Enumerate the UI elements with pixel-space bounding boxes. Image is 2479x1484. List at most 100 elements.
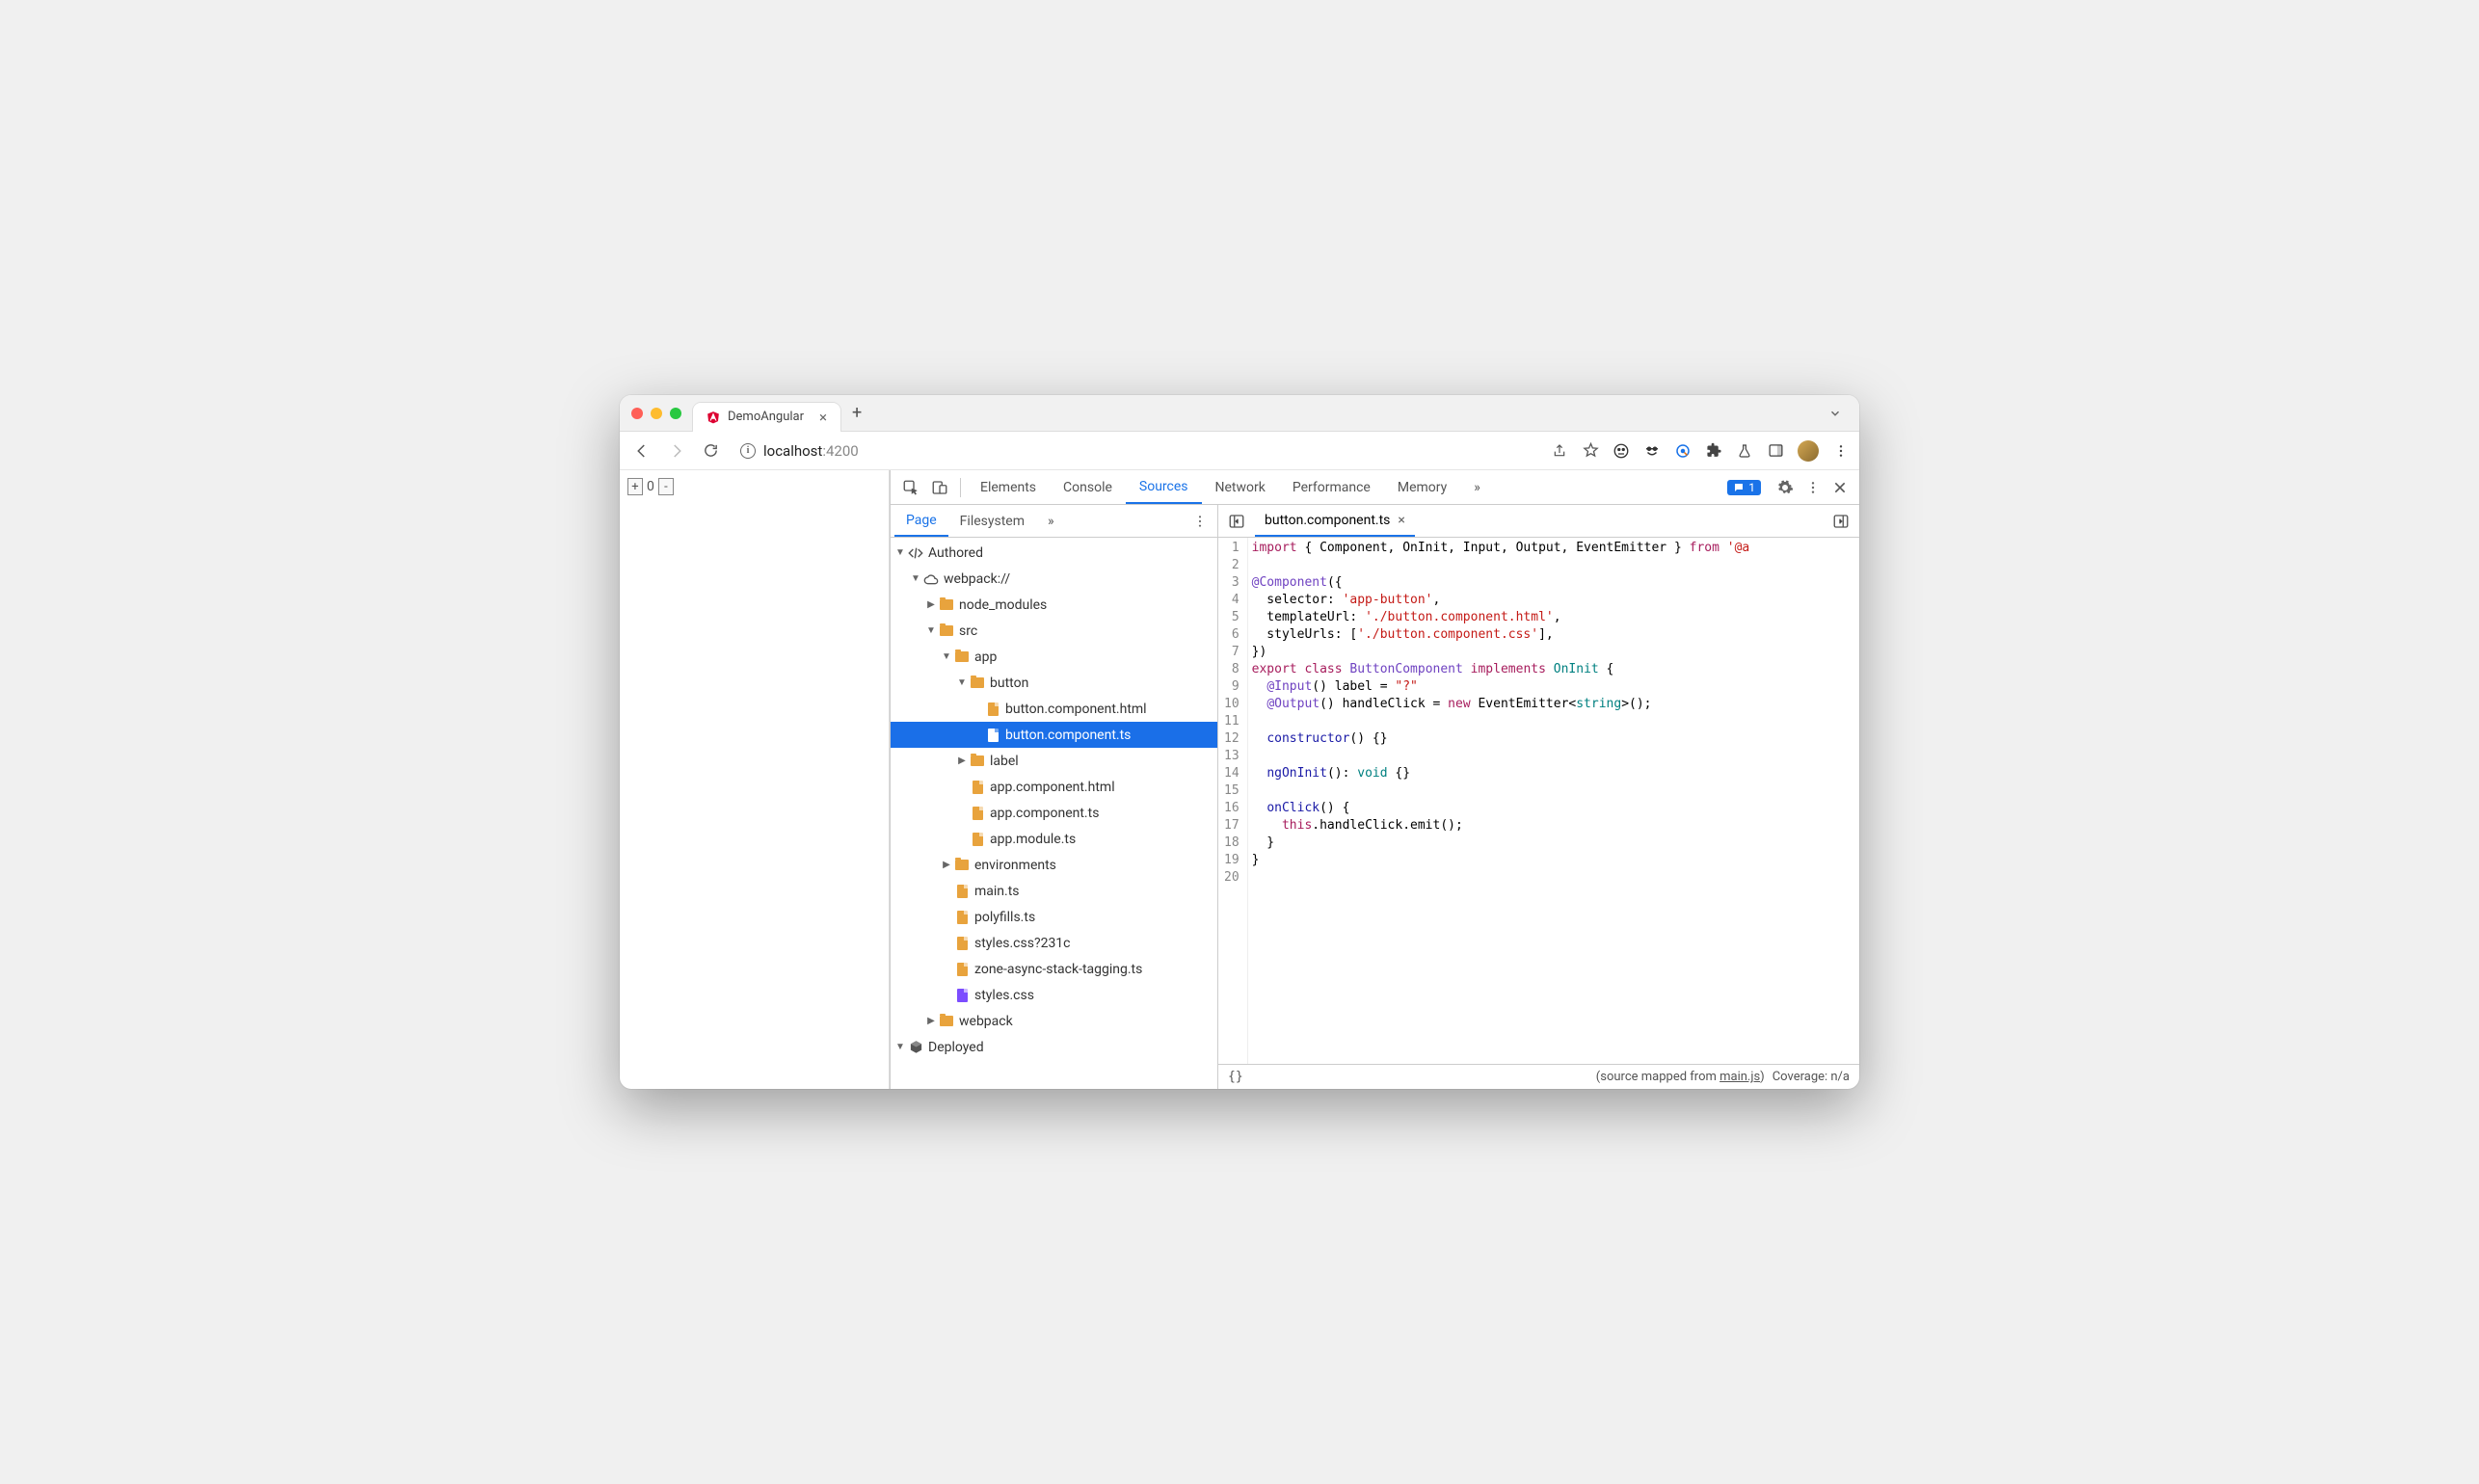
tree-arrow-icon[interactable]: ▶ (925, 1016, 937, 1026)
close-window-button[interactable] (631, 408, 643, 419)
devtools-close-icon[interactable] (1826, 474, 1853, 501)
file-icon (970, 780, 985, 795)
toggle-navigator-icon[interactable] (1224, 509, 1249, 534)
extension-icon-3[interactable] (1674, 442, 1692, 460)
tree-row[interactable]: ▼webpack:// (891, 566, 1217, 592)
sources-navigator-menu-icon[interactable] (1183, 514, 1217, 529)
tab-list-chevron-icon[interactable] (1823, 407, 1848, 420)
tree-row[interactable]: ▶webpack (891, 1008, 1217, 1034)
code-icon (908, 545, 923, 561)
box-icon (908, 1040, 923, 1055)
tree-row[interactable]: ▶label (891, 748, 1217, 774)
tree-arrow-icon[interactable]: ▶ (925, 599, 937, 610)
tree-arrow-icon[interactable]: ▼ (941, 651, 952, 662)
file-tree[interactable]: ▼Authored▼webpack://▶node_modules▼src▼ap… (891, 538, 1217, 1089)
close-tab-icon[interactable]: × (819, 409, 827, 426)
devtools-tab-console[interactable]: Console (1050, 470, 1126, 504)
minimize-window-button[interactable] (651, 408, 662, 419)
tree-arrow-icon[interactable]: ▼ (894, 1042, 906, 1052)
toggle-debugger-icon[interactable] (1828, 509, 1853, 534)
devtools-tab-sources[interactable]: Sources (1126, 470, 1202, 504)
folder-icon (954, 858, 970, 873)
maximize-window-button[interactable] (670, 408, 681, 419)
file-icon (985, 702, 1000, 717)
extensions-puzzle-icon[interactable] (1705, 442, 1722, 460)
tree-row[interactable]: app.component.ts (891, 800, 1217, 826)
tree-row[interactable]: ▼app (891, 644, 1217, 670)
new-tab-button[interactable]: + (840, 403, 873, 423)
bookmark-star-icon[interactable] (1582, 442, 1599, 460)
file-icon (970, 832, 985, 847)
chrome-menu-icon[interactable] (1832, 442, 1850, 460)
tree-row[interactable]: main.ts (891, 878, 1217, 904)
tree-arrow-icon[interactable]: ▼ (894, 547, 906, 558)
tree-row[interactable]: button.component.ts (891, 722, 1217, 748)
devtools-tab-elements[interactable]: Elements (967, 470, 1050, 504)
tree-row[interactable]: styles.css (891, 982, 1217, 1008)
titlebar: DemoAngular × + (620, 395, 1859, 432)
tree-row[interactable]: ▼src (891, 618, 1217, 644)
page-viewport: + 0 - (620, 470, 890, 1089)
tree-arrow-icon[interactable]: ▶ (956, 755, 968, 766)
tree-row[interactable]: ▶node_modules (891, 592, 1217, 618)
tree-label: Deployed (928, 1040, 984, 1055)
code-editor[interactable]: 1234567891011121314151617181920 import {… (1218, 538, 1859, 1064)
tree-row[interactable]: ▼button (891, 670, 1217, 696)
devtools-panel: Elements Console Sources Network Perform… (890, 470, 1859, 1089)
inspect-element-icon[interactable] (896, 473, 925, 502)
sources-tab-filesystem[interactable]: Filesystem (948, 505, 1036, 537)
tree-row[interactable]: app.component.html (891, 774, 1217, 800)
devtools-menu-icon[interactable] (1799, 474, 1826, 501)
tree-row[interactable]: app.module.ts (891, 826, 1217, 852)
sources-editor-pane: button.component.ts × 123456789101112131… (1218, 505, 1859, 1089)
site-info-icon[interactable]: i (740, 443, 756, 459)
file-icon (954, 962, 970, 977)
url-bar[interactable]: i localhost:4200 (740, 442, 1541, 460)
devtools-tab-memory[interactable]: Memory (1384, 470, 1460, 504)
tree-row[interactable]: styles.css?231c (891, 930, 1217, 956)
extension-icon-2[interactable] (1643, 442, 1661, 460)
devtools-tab-network[interactable]: Network (1202, 470, 1279, 504)
editor-tab-close-icon[interactable]: × (1398, 513, 1404, 528)
tree-arrow-icon[interactable]: ▼ (925, 625, 937, 636)
reload-button[interactable] (699, 438, 723, 463)
side-panel-icon[interactable] (1767, 442, 1784, 460)
file-icon (954, 988, 970, 1003)
devtools-tabs-overflow-icon[interactable]: » (1460, 470, 1494, 504)
back-button[interactable] (629, 438, 654, 464)
file-icon (954, 884, 970, 899)
tree-row[interactable]: zone-async-stack-tagging.ts (891, 956, 1217, 982)
code-content: import { Component, OnInit, Input, Outpu… (1247, 538, 1758, 1064)
folder-icon (954, 649, 970, 665)
devtools-tab-performance[interactable]: Performance (1279, 470, 1384, 504)
editor-tabs: button.component.ts × (1218, 505, 1859, 538)
tree-row[interactable]: button.component.html (891, 696, 1217, 722)
folder-icon (970, 676, 985, 691)
tree-arrow-icon[interactable]: ▼ (910, 573, 921, 584)
editor-tab-active[interactable]: button.component.ts × (1255, 505, 1415, 537)
profile-avatar[interactable] (1798, 440, 1819, 462)
browser-tab-active[interactable]: DemoAngular × (693, 403, 840, 432)
devtools-messages-badge[interactable]: 1 (1727, 480, 1761, 495)
tree-arrow-icon[interactable]: ▼ (956, 677, 968, 688)
tree-label: styles.css?231c (974, 936, 1071, 951)
tree-row[interactable]: ▼ Deployed (891, 1034, 1217, 1060)
share-icon[interactable] (1551, 442, 1568, 460)
labs-flask-icon[interactable] (1736, 442, 1753, 460)
source-map-link[interactable]: main.js (1719, 1070, 1760, 1084)
tree-arrow-icon[interactable]: ▶ (941, 860, 952, 870)
tree-row[interactable]: polyfills.ts (891, 904, 1217, 930)
coverage-info: Coverage: n/a (1773, 1070, 1850, 1084)
content-area: + 0 - Elements Console Sources Network P… (620, 470, 1859, 1089)
devtools-settings-gear-icon[interactable] (1771, 473, 1799, 502)
extension-icon-1[interactable] (1613, 442, 1630, 460)
tree-row[interactable]: ▼Authored (891, 540, 1217, 566)
decrement-button[interactable]: - (658, 478, 674, 495)
increment-button[interactable]: + (627, 478, 643, 495)
tree-row[interactable]: ▶environments (891, 852, 1217, 878)
sources-tab-page[interactable]: Page (894, 505, 948, 537)
sources-tabs-overflow-icon[interactable]: » (1036, 505, 1066, 537)
pretty-print-icon[interactable]: {} (1228, 1070, 1243, 1084)
device-toolbar-icon[interactable] (925, 473, 954, 502)
forward-button[interactable] (664, 438, 689, 464)
